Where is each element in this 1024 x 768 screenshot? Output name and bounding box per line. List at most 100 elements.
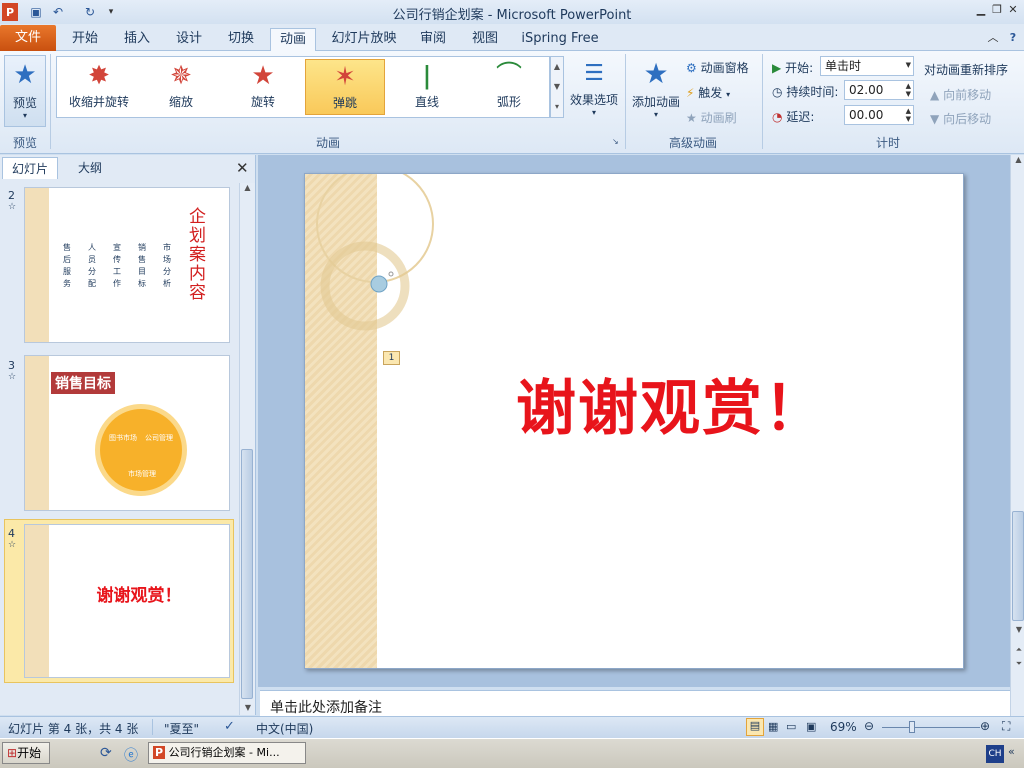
duration-spinner-icon[interactable]: ▲ ▼ xyxy=(906,82,911,98)
delay-label: ◔ 延迟: xyxy=(772,110,815,124)
ime-indicator[interactable]: CH xyxy=(986,745,1004,763)
animation-zoom[interactable]: ✵ 缩放 xyxy=(141,59,221,115)
tab-animations[interactable]: 动画 xyxy=(270,28,316,51)
group-separator xyxy=(625,54,626,149)
spelling-check-icon[interactable]: ✓ xyxy=(224,719,235,734)
slide3-segment: 公司管理 xyxy=(145,434,173,442)
animation-pane-button[interactable]: ⚙ 动画窗格 xyxy=(686,59,749,76)
duration-label: ◷ 持续时间: xyxy=(772,85,839,99)
zoom-in-icon[interactable]: ⊕ xyxy=(980,719,990,733)
slide-title[interactable]: 谢谢观赏！ xyxy=(377,360,963,447)
slide-area-scrollbar[interactable]: ▲ ▼ ⏶ ⏷ xyxy=(1010,155,1024,717)
previous-slide-icon[interactable]: ⏶ xyxy=(1011,645,1024,655)
thumbnail-decoration xyxy=(25,188,49,342)
line-path-icon: ǀ xyxy=(423,61,431,91)
minimize-icon[interactable]: ▁ xyxy=(974,3,988,17)
animation-arcs[interactable]: ⌒ 弧形 xyxy=(469,59,549,115)
start-select[interactable]: 单击时 ▼ xyxy=(820,56,914,76)
tab-insert[interactable]: 插入 xyxy=(116,28,158,50)
animation-painter-button[interactable]: ★ 动画刷 xyxy=(686,109,737,126)
expand-tray-icon[interactable]: « xyxy=(1008,745,1015,758)
slide3-segment: 市场管理 xyxy=(128,470,156,478)
internet-explorer-icon[interactable]: ⓔ xyxy=(124,745,138,765)
slides-pane: 幻灯片 大纲 ✕ 2 ☆ 企划案内容 售后服务 人员分配 宣传工作 销售目标 市场… xyxy=(0,155,256,715)
preview-dropdown-icon: ▾ xyxy=(22,111,27,120)
delay-spinner-icon[interactable]: ▲ ▼ xyxy=(906,107,911,123)
move-later-button[interactable]: ▼ 向后移动 xyxy=(930,110,991,127)
scroll-up-icon[interactable]: ▲ xyxy=(240,183,255,192)
slide2-col: 销售目标 xyxy=(138,243,146,288)
shrink-turn-icon: ✸ xyxy=(88,61,110,91)
gallery-up-icon[interactable]: ▲ xyxy=(551,57,563,77)
start-button[interactable]: ⊞开始 xyxy=(2,742,50,764)
zoom-slider-thumb[interactable] xyxy=(909,721,915,733)
slide-sorter-icon[interactable]: ▦ xyxy=(768,720,778,733)
move-earlier-button[interactable]: ▲ 向前移动 xyxy=(930,86,991,103)
slides-pane-scrollbar[interactable]: ▲ ▼ xyxy=(239,183,255,715)
close-icon[interactable]: ✕ xyxy=(1006,3,1020,17)
notes-placeholder: 单击此处添加备注 xyxy=(270,700,382,716)
zoom-out-icon[interactable]: ⊖ xyxy=(864,719,874,733)
scroll-thumb[interactable] xyxy=(241,449,253,699)
tab-slides[interactable]: 幻灯片 xyxy=(2,157,58,179)
minimize-ribbon-icon[interactable]: ︿ xyxy=(986,31,1000,45)
tab-outline[interactable]: 大纲 xyxy=(62,157,118,179)
ribbon-tabs: 文件 开始 插入 设计 切换 动画 幻灯片放映 审阅 视图 iSpring Fr… xyxy=(0,24,1024,51)
tab-view[interactable]: 视图 xyxy=(464,28,506,50)
tab-home[interactable]: 开始 xyxy=(64,28,106,50)
preview-star-icon: ★ xyxy=(13,60,37,90)
close-pane-icon[interactable]: ✕ xyxy=(236,159,249,177)
tab-review[interactable]: 审阅 xyxy=(412,28,454,50)
restore-icon[interactable]: ❐ xyxy=(990,3,1004,17)
animation-painter-icon: ★ xyxy=(686,111,697,125)
zoom-slider[interactable] xyxy=(882,727,980,728)
animation-shrink-turn[interactable]: ✸ 收缩并旋转 xyxy=(59,59,139,115)
preview-button[interactable]: ★ 预览 ▾ xyxy=(4,55,46,127)
animation-dialog-launcher-icon[interactable]: ↘ xyxy=(612,137,619,146)
taskbar-powerpoint-item[interactable]: P 公司行销企划案 - Mi... xyxy=(148,742,306,764)
scroll-up-icon[interactable]: ▲ xyxy=(1011,155,1024,164)
tab-transitions[interactable]: 切换 xyxy=(220,28,262,50)
reading-view-icon[interactable]: ▭ xyxy=(786,720,796,733)
zoom-level[interactable]: 69% xyxy=(830,720,857,734)
slide-thumbnail-3[interactable]: 销售目标 图书市场 公司管理 市场管理 xyxy=(24,355,230,511)
slide-number: 3 ☆ xyxy=(8,359,17,382)
duration-input[interactable]: 02.00 ▲ ▼ xyxy=(844,80,914,100)
add-animation-button[interactable]: ★ 添加动画 ▾ xyxy=(630,55,682,127)
slide-number: 4 ☆ xyxy=(8,527,17,550)
slide-thumbnail-2[interactable]: 企划案内容 售后服务 人员分配 宣传工作 销售目标 市场分析 xyxy=(24,187,230,343)
scroll-thumb[interactable] xyxy=(1012,511,1024,621)
gallery-scroll[interactable]: ▲ ▼ ▾ xyxy=(550,56,564,118)
preview-label: 预览 xyxy=(12,96,37,110)
gallery-more-icon[interactable]: ▾ xyxy=(551,97,563,117)
help-icon[interactable]: ? xyxy=(1006,31,1020,45)
quicklaunch-icon[interactable]: ⟳ xyxy=(100,745,112,761)
effect-options-button[interactable]: ☰ 效果选项 ▾ xyxy=(568,57,620,127)
notes-pane[interactable]: 单击此处添加备注 xyxy=(260,690,1010,716)
tab-file[interactable]: 文件 xyxy=(0,25,56,51)
tab-design[interactable]: 设计 xyxy=(168,28,210,50)
language-indicator[interactable]: 中文(中国) xyxy=(256,720,313,737)
delay-input[interactable]: 00.00 ▲ ▼ xyxy=(844,105,914,125)
next-slide-icon[interactable]: ⏷ xyxy=(1011,659,1024,669)
scroll-down-icon[interactable]: ▼ xyxy=(240,703,256,712)
group-preview-label: 预览 xyxy=(12,136,37,150)
animation-bounce[interactable]: ✶ 弹跳 xyxy=(305,59,385,115)
tab-slideshow[interactable]: 幻灯片放映 xyxy=(326,28,402,50)
fit-to-window-icon[interactable]: ⛶ xyxy=(1002,719,1010,734)
animation-lines[interactable]: ǀ 直线 xyxy=(387,59,467,115)
tab-ispring[interactable]: iSpring Free xyxy=(518,28,602,50)
zoom-star-icon: ✵ xyxy=(170,61,192,91)
taskbar: ⊞开始 ⟳ ⓔ P 公司行销企划案 - Mi... CH « xyxy=(0,738,1024,768)
group-separator xyxy=(762,54,763,149)
gallery-down-icon[interactable]: ▼ xyxy=(551,77,563,97)
current-slide[interactable]: 1 谢谢观赏！ xyxy=(304,173,964,669)
normal-view-icon[interactable]: ▤ xyxy=(746,718,764,736)
trigger-button[interactable]: ⚡ 触发 ▾ xyxy=(686,84,730,101)
slide-thumbnail-4[interactable]: 谢谢观赏！ xyxy=(24,524,230,678)
delay-clock-icon: ◔ xyxy=(772,110,783,124)
add-animation-icon: ★ xyxy=(643,57,669,90)
animation-spin[interactable]: ★ 旋转 xyxy=(223,59,303,115)
scroll-down-icon[interactable]: ▼ xyxy=(1011,625,1024,634)
slideshow-view-icon[interactable]: ▣ xyxy=(806,720,816,733)
